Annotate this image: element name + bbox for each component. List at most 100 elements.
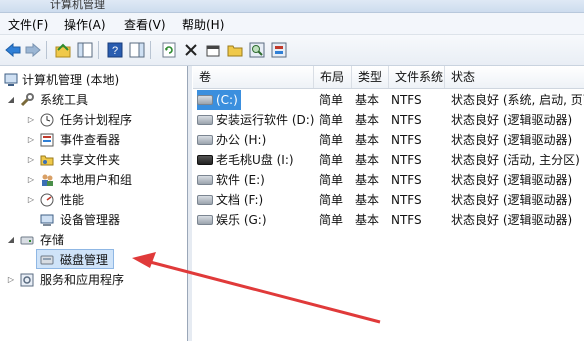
status-cell: 状态良好 (系统, 启动, 页面 — [451, 93, 584, 107]
status-cell: 状态良好 (逻辑驱动器) — [451, 113, 573, 127]
storage-icon — [20, 233, 34, 247]
table-row[interactable]: 安装运行软件 (D:) 简单 基本 NTFS 状态良好 (逻辑驱动器) — [193, 110, 584, 130]
status-cell: 状态良好 (活动, 主分区) — [451, 153, 580, 167]
shared-folder-icon — [40, 153, 54, 167]
collapse-arrow-icon[interactable]: ◢ — [6, 230, 16, 250]
column-header-filesystem[interactable]: 文件系统 — [389, 66, 445, 88]
pane-splitter[interactable] — [188, 66, 192, 341]
status-cell: 状态良好 (逻辑驱动器) — [451, 193, 573, 207]
properties-icon[interactable] — [204, 41, 222, 59]
expand-arrow-icon[interactable]: ▷ — [26, 110, 36, 130]
expand-arrow-icon[interactable]: ▷ — [26, 130, 36, 150]
tree-item-performance[interactable]: ▷ 性能 — [0, 190, 187, 210]
expand-arrow-icon[interactable]: ▷ — [26, 170, 36, 190]
tree-item-storage[interactable]: ◢ 存储 — [0, 230, 187, 250]
filesystem-cell: NTFS — [391, 93, 422, 107]
table-row[interactable]: 办公 (H:) 简单 基本 NTFS 状态良好 (逻辑驱动器) — [193, 130, 584, 150]
layout-cell: 简单 — [319, 213, 344, 227]
users-icon — [40, 173, 54, 187]
usb-drive-icon — [197, 154, 213, 165]
filesystem-cell: NTFS — [391, 133, 422, 147]
table-row[interactable]: 文档 (F:) 简单 基本 NTFS 状态良好 (逻辑驱动器) — [193, 190, 584, 210]
table-row[interactable]: 娱乐 (G:) 简单 基本 NTFS 状态良好 (逻辑驱动器) — [193, 210, 584, 230]
filesystem-cell: NTFS — [391, 113, 422, 127]
menu-view[interactable]: 查看(V) — [124, 16, 166, 33]
expand-arrow-icon[interactable]: ▷ — [26, 150, 36, 170]
column-header-volume[interactable]: 卷 — [193, 66, 314, 88]
drive-icon — [197, 134, 213, 145]
forward-icon[interactable] — [24, 41, 42, 59]
type-cell: 基本 — [355, 153, 380, 167]
settings-icon[interactable] — [270, 41, 288, 59]
find-icon[interactable] — [248, 41, 266, 59]
column-header-status[interactable]: 状态 — [445, 66, 584, 88]
open-folder-icon[interactable] — [226, 41, 244, 59]
toolbar-separator — [46, 41, 47, 59]
window-title: 计算机管理 — [50, 0, 105, 11]
layout-cell: 简单 — [319, 193, 344, 207]
up-folder-icon[interactable] — [54, 41, 72, 59]
type-cell: 基本 — [355, 173, 380, 187]
table-row[interactable]: 软件 (E:) 简单 基本 NTFS 状态良好 (逻辑驱动器) — [193, 170, 584, 190]
refresh-icon[interactable] — [160, 41, 178, 59]
type-cell: 基本 — [355, 93, 380, 107]
filesystem-cell: NTFS — [391, 193, 422, 207]
tree-item-system-tools[interactable]: ◢ 系统工具 — [0, 90, 187, 110]
type-cell: 基本 — [355, 213, 380, 227]
volume-list-header: 卷 布局 类型 文件系统 状态 — [193, 66, 584, 89]
collapse-arrow-icon[interactable]: ◢ — [6, 90, 16, 110]
tree-item-event-viewer[interactable]: ▷ 事件查看器 — [0, 130, 187, 150]
volume-list: 卷 布局 类型 文件系统 状态 (C:) 简单 基本 NTFS 状态良好 (系统… — [193, 66, 584, 341]
type-cell: 基本 — [355, 113, 380, 127]
menu-action[interactable]: 操作(A) — [64, 16, 106, 33]
toolbar: ? — [0, 35, 584, 66]
delete-icon[interactable] — [182, 41, 200, 59]
tree-item-shared-folders[interactable]: ▷ 共享文件夹 — [0, 150, 187, 170]
menu-file[interactable]: 文件(F) — [8, 16, 48, 33]
volume-name-cell: 软件 (E:) — [197, 170, 265, 190]
volume-name-cell: 老毛桃U盘 (I:) — [197, 150, 294, 170]
table-row[interactable]: (C:) 简单 基本 NTFS 状态良好 (系统, 启动, 页面 — [193, 90, 584, 110]
computer-management-icon — [4, 73, 18, 87]
tree-item-local-users[interactable]: ▷ 本地用户和组 — [0, 170, 187, 190]
expand-arrow-icon[interactable]: ▷ — [26, 190, 36, 210]
volume-name-cell: (C:) — [197, 90, 241, 110]
drive-icon — [197, 194, 213, 205]
expand-arrow-icon[interactable]: ▷ — [6, 270, 16, 290]
filesystem-cell: NTFS — [391, 153, 422, 167]
layout-cell: 简单 — [319, 113, 344, 127]
tree-item-task-scheduler[interactable]: ▷ 任务计划程序 — [0, 110, 187, 130]
performance-icon — [40, 193, 54, 207]
menu-bar: 文件(F) 操作(A) 查看(V) 帮助(H) — [0, 13, 584, 35]
svg-text:?: ? — [112, 45, 118, 57]
back-icon[interactable] — [4, 41, 22, 59]
tree-item-computer-management[interactable]: 计算机管理 (本地) — [0, 70, 187, 90]
filesystem-cell: NTFS — [391, 213, 422, 227]
type-cell: 基本 — [355, 133, 380, 147]
volume-name-cell: 娱乐 (G:) — [197, 210, 267, 230]
properties-pane-icon[interactable] — [128, 41, 146, 59]
drive-icon — [197, 174, 213, 185]
help-icon[interactable]: ? — [106, 41, 124, 59]
drive-icon — [197, 214, 213, 225]
toolbar-separator — [150, 41, 151, 59]
column-header-type[interactable]: 类型 — [352, 66, 389, 88]
tree-item-services[interactable]: ▷ 服务和应用程序 — [0, 270, 187, 290]
layout-cell: 简单 — [319, 173, 344, 187]
layout-cell: 简单 — [319, 133, 344, 147]
table-row[interactable]: 老毛桃U盘 (I:) 简单 基本 NTFS 状态良好 (活动, 主分区) — [193, 150, 584, 170]
toolbar-separator — [98, 41, 99, 59]
volume-name-cell: 安装运行软件 (D:) — [197, 110, 314, 130]
menu-help[interactable]: 帮助(H) — [182, 16, 224, 33]
title-bar: 计算机管理 — [0, 0, 584, 13]
device-manager-icon — [40, 213, 54, 227]
drive-icon — [197, 114, 213, 125]
event-viewer-icon — [40, 133, 54, 147]
volume-name-cell: 文档 (F:) — [197, 190, 263, 210]
services-icon — [20, 273, 34, 287]
tree-item-disk-management[interactable]: 磁盘管理 — [0, 250, 187, 270]
show-hide-tree-icon[interactable] — [76, 41, 94, 59]
filesystem-cell: NTFS — [391, 173, 422, 187]
column-header-layout[interactable]: 布局 — [314, 66, 352, 88]
tree-item-device-manager[interactable]: 设备管理器 — [0, 210, 187, 230]
